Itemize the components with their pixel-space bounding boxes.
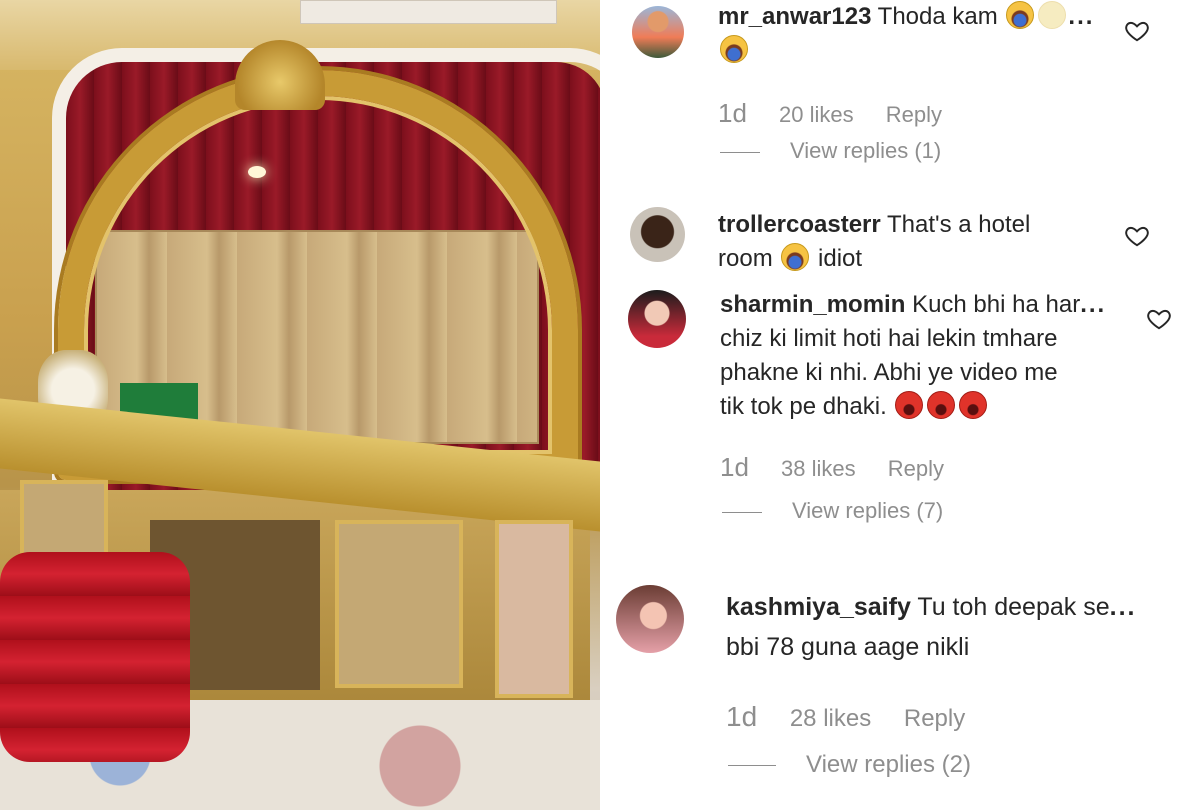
avatar[interactable] [628,290,686,348]
angry-emoji [959,391,988,419]
comment-username[interactable]: kashmiya_saify [726,593,911,621]
comment-time: 1d [720,452,749,482]
ceiling-light [248,166,266,178]
comment-meta: 1d 20 likes Reply [718,98,968,129]
comment-body: bbi 78 guna aage nikli [726,633,970,661]
comment-body: tik tok pe dhaki. [720,393,887,420]
avatar[interactable] [632,6,684,58]
reply-button[interactable]: Reply [886,102,942,127]
comment-likes[interactable]: 38 likes [781,456,856,481]
air-conditioner [300,0,557,24]
truncation-ellipsis: ... [1109,593,1137,621]
post-photo [0,0,600,810]
replies-divider [722,511,762,513]
comment-likes[interactable]: 28 likes [790,705,871,732]
truncation-ellipsis: ... [1068,3,1095,30]
desk-drawer [495,520,573,698]
comment-username[interactable]: trollercoasterr [718,211,881,238]
heart-outline-icon[interactable] [1124,223,1150,249]
reply-button[interactable]: Reply [904,705,965,732]
comment-body: Thoda kam [877,3,998,30]
comment-body: chiz ki limit hoti hai lekin tmhare [720,325,1058,352]
view-replies-link[interactable]: View replies (1) [720,138,941,164]
comment-time: 1d [718,98,747,128]
comment-meta: 1d 28 likes Reply [726,701,991,733]
view-replies-label: View replies (7) [792,498,944,523]
comment-username[interactable]: sharmin_momin [720,291,905,318]
reply-button[interactable]: Reply [888,456,944,481]
laughing-emoji [781,243,810,271]
comment-likes[interactable]: 20 likes [779,102,854,127]
comment-username[interactable]: mr_anwar123 [718,3,871,30]
comment-body: That's a hotel [886,211,1031,238]
heart-outline-icon[interactable] [1124,18,1150,44]
truncation-ellipsis: ... [1080,291,1107,318]
heart-outline-icon[interactable] [1146,306,1172,332]
view-replies-link[interactable]: View replies (2) [728,751,971,779]
comment-text: trollercoasterr That's a hotel room idio… [718,208,1030,276]
comment-body: room [718,245,773,272]
view-replies-label: View replies (2) [806,751,971,778]
view-replies-link[interactable]: View replies (7) [722,498,943,524]
comment-meta: 1d 38 likes Reply [720,452,970,483]
comment-text: mr_anwar123 Thoda kam ... [718,0,1094,68]
view-replies-label: View replies (1) [790,138,942,163]
comment-body: Tu toh deepak se [917,593,1110,621]
laughing-emoji [1006,1,1035,29]
angry-emoji [927,391,956,419]
avatar[interactable] [630,207,685,262]
desk-drawer [335,520,463,688]
red-ottoman [0,552,190,762]
comments-panel: mr_anwar123 Thoda kam ... 1d 20 likes Re… [600,0,1200,810]
comment-time: 1d [726,701,758,732]
angry-emoji [895,391,924,419]
comment-text: sharmin_momin Kuch bhi ha har... chiz ki… [720,288,1106,424]
comment-text: kashmiya_saify Tu toh deepak se... bbi 7… [726,587,1136,667]
laughing-emoji [720,35,748,63]
replies-divider [720,151,760,153]
avatar[interactable] [616,585,684,653]
comment-body: Kuch bhi ha har [912,291,1081,318]
replies-divider [728,765,776,767]
comment-body: idiot [818,245,863,272]
comment-body: phakne ki nhi. Abhi ye video me [720,359,1058,386]
faded-emoji [1038,1,1067,29]
